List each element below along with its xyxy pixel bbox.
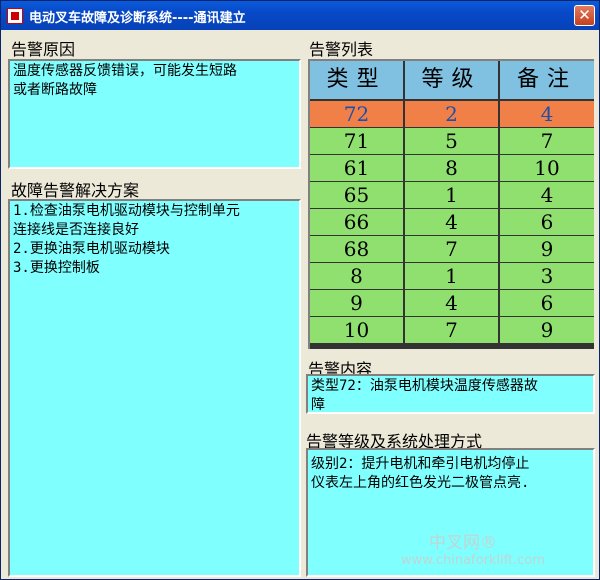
table-row-selected[interactable]: 72 2 4 xyxy=(310,101,594,128)
title-bar[interactable]: 电动叉车故障及诊断系统----通讯建立 ✕ xyxy=(1,1,599,30)
column-header-note[interactable]: 备注 xyxy=(500,61,594,99)
table-row[interactable]: 66 4 6 xyxy=(310,209,594,236)
solution-line: 3.更换控制板 xyxy=(13,260,100,276)
cause-line: 或者断路故障 xyxy=(13,82,97,98)
level-line: 级别2：提升电机和牵引电机均停止 xyxy=(311,456,530,472)
table-cell: 8 xyxy=(405,155,498,181)
watermark: 中叉网® www.chinaforklift.com xyxy=(401,528,545,568)
alarm-list-label: 告警列表 xyxy=(309,40,374,59)
solution-line: 连接线是否连接良好 xyxy=(13,222,139,238)
table-cell: 71 xyxy=(310,128,403,154)
table-cell: 1 xyxy=(405,263,498,289)
table-cell: 7 xyxy=(500,128,594,154)
cause-textbox[interactable]: 温度传感器反馈错误，可能发生短路 或者断路故障 xyxy=(8,59,301,169)
table-cell: 7 xyxy=(405,236,498,262)
column-header-type[interactable]: 类型 xyxy=(310,61,403,99)
level-line: 仪表左上角的红色发光二极管点亮. xyxy=(311,475,530,491)
table-row[interactable]: 8 1 3 xyxy=(310,263,594,290)
table-cell: 4 xyxy=(405,290,498,316)
solution-line: 2.更换油泵电机驱动模块 xyxy=(13,241,170,257)
table-row[interactable]: 65 1 4 xyxy=(310,182,594,209)
table-cell: 6 xyxy=(500,290,594,316)
main-window: 电动叉车故障及诊断系统----通讯建立 ✕ 告警原因 温度传感器反馈错误，可能发… xyxy=(0,0,600,580)
window-title: 电动叉车故障及诊断系统----通讯建立 xyxy=(29,11,246,26)
table-cell: 5 xyxy=(405,128,498,154)
column-header-level[interactable]: 等级 xyxy=(405,61,498,99)
table-cell: 1 xyxy=(405,182,498,208)
table-cell: 61 xyxy=(310,155,403,181)
table-cell: 9 xyxy=(500,236,594,262)
table-cell: 4 xyxy=(500,101,594,127)
app-icon xyxy=(7,8,23,24)
watermark-url: www.chinaforklift.com xyxy=(401,553,546,568)
table-cell: 68 xyxy=(310,236,403,262)
table-row[interactable]: 68 7 9 xyxy=(310,236,594,263)
cause-line: 温度传感器反馈错误，可能发生短路 xyxy=(13,63,237,79)
table-cell: 72 xyxy=(310,101,403,127)
table-cell: 8 xyxy=(310,263,403,289)
table-row[interactable]: 10 7 9 xyxy=(310,317,594,344)
table-header: 类型 等级 备注 xyxy=(310,61,594,99)
solution-textbox[interactable]: 1.检查油泵电机驱动模块与控制单元 连接线是否连接良好 2.更换油泵电机驱动模块… xyxy=(8,199,301,577)
solution-line: 1.检查油泵电机驱动模块与控制单元 xyxy=(13,203,240,219)
table-cell: 9 xyxy=(310,290,403,316)
table-cell: 2 xyxy=(405,101,498,127)
alarm-table[interactable]: 类型 等级 备注 72 2 4 71 5 7 61 8 10 65 1 4 66… xyxy=(308,59,594,349)
table-cell: 6 xyxy=(500,209,594,235)
table-cell: 4 xyxy=(500,182,594,208)
close-button[interactable]: ✕ xyxy=(574,5,595,26)
table-cell: 66 xyxy=(310,209,403,235)
table-cell: 9 xyxy=(500,317,594,343)
table-row[interactable]: 71 5 7 xyxy=(310,128,594,155)
table-cell: 3 xyxy=(500,263,594,289)
table-cell: 10 xyxy=(500,155,594,181)
table-row[interactable]: 9 4 6 xyxy=(310,290,594,317)
table-cell: 4 xyxy=(405,209,498,235)
table-cell: 65 xyxy=(310,182,403,208)
table-row[interactable]: 61 8 10 xyxy=(310,155,594,182)
cause-label: 告警原因 xyxy=(11,40,76,59)
content-line: 类型72：油泵电机模块温度传感器故 xyxy=(311,378,538,394)
watermark-logo-text: 中叉网® xyxy=(429,533,497,553)
solution-label: 故障告警解决方案 xyxy=(11,181,140,200)
content-line: 障 xyxy=(311,397,325,413)
table-cell: 7 xyxy=(405,317,498,343)
alarm-content-textbox[interactable]: 类型72：油泵电机模块温度传感器故 障 xyxy=(306,374,595,414)
table-cell: 10 xyxy=(310,317,403,343)
